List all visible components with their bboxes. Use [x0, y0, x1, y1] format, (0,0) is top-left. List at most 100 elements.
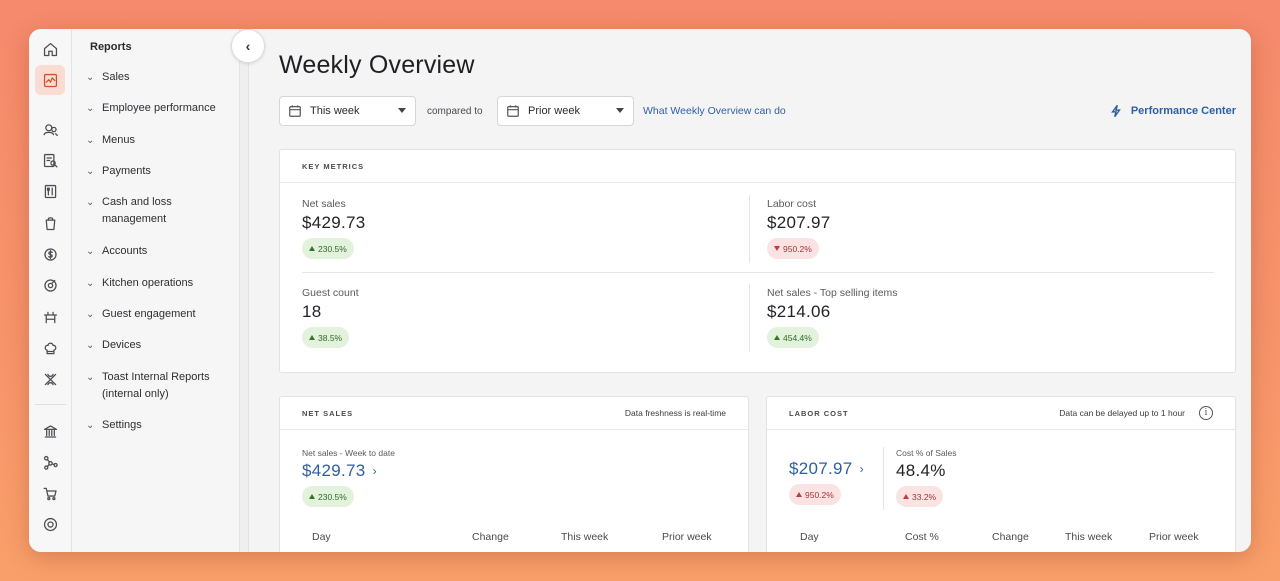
- sidebar-item-toast-internal-reports[interactable]: ⌄ Toast Internal Reports (internal only): [86, 369, 226, 403]
- compare-select[interactable]: Prior week: [497, 96, 634, 126]
- reports-icon[interactable]: [35, 65, 65, 95]
- chevron-right-icon: ›: [859, 462, 864, 476]
- column-header-prior-week[interactable]: Prior week: [662, 531, 712, 543]
- change-badge: 950.2%: [767, 238, 819, 259]
- main-content: Weekly Overview This week compared to Pr…: [250, 29, 1251, 552]
- column-header-change[interactable]: Change: [472, 531, 509, 543]
- metric-value: $429.73: [302, 213, 366, 232]
- column-header-prior-week[interactable]: Prior week: [1149, 531, 1199, 543]
- search-receipt-icon[interactable]: [35, 145, 65, 175]
- net-sales-value-link[interactable]: $429.73 ›: [302, 461, 395, 481]
- info-icon[interactable]: i: [1199, 406, 1213, 420]
- chevron-down-icon: ⌄: [86, 197, 95, 208]
- arrow-up-icon: [796, 492, 802, 497]
- column-header-this-week[interactable]: This week: [561, 531, 608, 543]
- sidebar-item-settings[interactable]: ⌄ Settings: [86, 417, 236, 434]
- change-badge: 38.5%: [302, 327, 350, 348]
- cart-icon[interactable]: [35, 478, 65, 508]
- labor-cost-summary: $207.97 › 950.2%: [789, 459, 864, 505]
- performance-center-link[interactable]: Performance Center: [1109, 104, 1236, 118]
- guests-icon[interactable]: [35, 114, 65, 144]
- integrations-icon[interactable]: [35, 364, 65, 394]
- sidebar-item-employee-performance[interactable]: ⌄ Employee performance: [86, 100, 236, 117]
- home-icon[interactable]: [35, 34, 65, 64]
- change-value: 38.5%: [318, 332, 343, 343]
- metric-value: $207.97: [767, 213, 831, 232]
- menu-title: Reports: [90, 41, 132, 53]
- bank-icon[interactable]: [35, 416, 65, 446]
- metric-name: Net sales: [302, 198, 346, 210]
- column-header-day[interactable]: Day: [312, 531, 331, 543]
- period-select-value: This week: [310, 105, 360, 117]
- help-link[interactable]: What Weekly Overview can do: [643, 105, 786, 117]
- menu-scrollbar[interactable]: [240, 29, 249, 552]
- marketing-icon[interactable]: [35, 270, 65, 300]
- metric-value: 18: [302, 302, 322, 321]
- card-header: LABOR COST Data can be delayed up to 1 h…: [767, 397, 1235, 430]
- metric-name: Net sales - Top selling items: [767, 287, 898, 299]
- chevron-down-icon: ⌄: [86, 309, 95, 320]
- payments-icon[interactable]: [35, 239, 65, 269]
- kitchen-icon[interactable]: [35, 333, 65, 363]
- network-icon[interactable]: [35, 447, 65, 477]
- labor-cost-value-link[interactable]: $207.97 ›: [789, 459, 864, 479]
- chevron-down-icon: ⌄: [86, 72, 95, 83]
- card-header: NET SALES Data freshness is real-time: [280, 397, 748, 430]
- metric-name: Guest count: [302, 287, 359, 299]
- metric-value: $214.06: [767, 302, 831, 321]
- sidebar-item-cash-and-loss[interactable]: ⌄ Cash and loss management: [86, 194, 206, 228]
- arrow-up-icon: [774, 335, 780, 340]
- divider: [883, 447, 884, 510]
- column-header-cost-percent[interactable]: Cost %: [905, 531, 939, 543]
- restaurant-icon[interactable]: [35, 302, 65, 332]
- sidebar-item-label: Guest engagement: [102, 308, 196, 320]
- sidebar-item-label: Sales: [102, 71, 130, 83]
- sidebar-item-label: Accounts: [102, 245, 148, 257]
- calendar-icon: [289, 105, 301, 117]
- metric-value: $429.73: [302, 461, 366, 480]
- orders-icon[interactable]: [35, 208, 65, 238]
- period-select[interactable]: This week: [279, 96, 416, 126]
- data-delay-note: Data can be delayed up to 1 hour i: [1059, 406, 1213, 420]
- sidebar-item-sales[interactable]: ⌄ Sales: [86, 69, 236, 86]
- sidebar-item-devices[interactable]: ⌄ Devices: [86, 337, 236, 354]
- support-icon[interactable]: [35, 509, 65, 539]
- change-badge: 950.2%: [789, 484, 841, 505]
- compared-to-label: compared to: [427, 106, 483, 117]
- sidebar-item-label: Menus: [102, 134, 136, 146]
- chevron-right-icon: ›: [372, 464, 377, 478]
- metric-value: 48.4%: [896, 461, 946, 480]
- net-sales-card: NET SALES Data freshness is real-time Ne…: [279, 396, 749, 552]
- page-title: Weekly Overview: [279, 51, 475, 79]
- column-header-this-week[interactable]: This week: [1065, 531, 1112, 543]
- chevron-down-icon: ⌄: [86, 246, 95, 257]
- card-header: KEY METRICS: [280, 150, 1235, 183]
- metric-value: $207.97: [789, 459, 853, 478]
- calendar-icon: [507, 105, 519, 117]
- metric-top-selling-items: Net sales - Top selling items $214.06 45…: [767, 287, 898, 348]
- labor-cost-card: LABOR COST Data can be delayed up to 1 h…: [766, 396, 1236, 552]
- column-header-day[interactable]: Day: [800, 531, 819, 543]
- sidebar-item-payments[interactable]: ⌄ Payments: [86, 163, 236, 180]
- reports-menu: Reports ⌄ Sales ⌄ Employee performance ⌄…: [72, 29, 240, 552]
- metric-name: Cost % of Sales: [896, 448, 957, 458]
- app-window: Reports ⌄ Sales ⌄ Employee performance ⌄…: [29, 29, 1251, 552]
- change-badge: 33.2%: [896, 486, 944, 507]
- sidebar-item-menus[interactable]: ⌄ Menus: [86, 132, 236, 149]
- arrow-up-icon: [309, 246, 315, 251]
- menu-icon[interactable]: [35, 176, 65, 206]
- arrow-up-icon: [309, 335, 315, 340]
- column-header-change[interactable]: Change: [992, 531, 1029, 543]
- key-metrics-card: KEY METRICS Net sales $429.73 230.5% Lab…: [279, 149, 1236, 373]
- sidebar-item-label: Payments: [102, 165, 151, 177]
- metric-guest-count: Guest count 18 38.5%: [302, 287, 359, 348]
- sidebar-item-accounts[interactable]: ⌄ Accounts: [86, 243, 236, 260]
- sidebar-item-kitchen-operations[interactable]: ⌄ Kitchen operations: [86, 275, 236, 292]
- change-value: 950.2%: [783, 243, 812, 254]
- sidebar-item-guest-engagement[interactable]: ⌄ Guest engagement: [86, 306, 236, 323]
- sidebar-item-label: Settings: [102, 419, 142, 431]
- chevron-down-icon: ⌄: [86, 166, 95, 177]
- data-freshness-note: Data freshness is real-time: [624, 408, 726, 418]
- chevron-down-icon: ⌄: [86, 278, 95, 289]
- metric-net-sales: Net sales $429.73 230.5%: [302, 198, 366, 259]
